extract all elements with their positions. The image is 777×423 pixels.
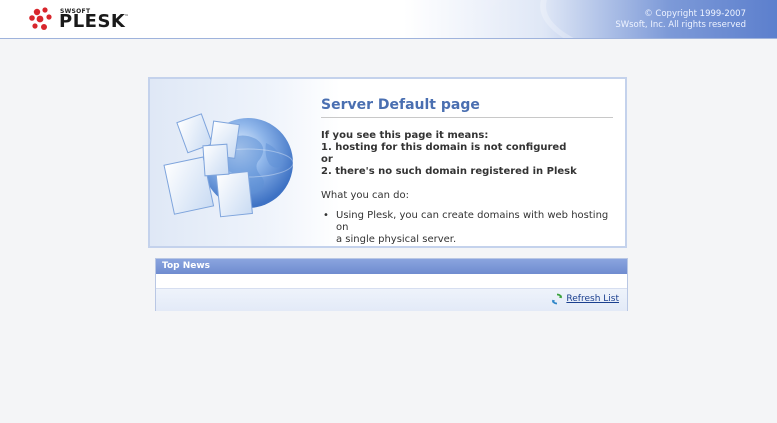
copyright-notice: © Copyright 1999-2007 SWsoft, Inc. All r… <box>615 9 746 31</box>
copyright-line: SWsoft, Inc. All rights reserved <box>615 20 746 30</box>
list-item: • Using Plesk, you can create domains wi… <box>321 210 613 246</box>
news-list <box>156 274 627 288</box>
plesk-logo-icon <box>29 7 52 30</box>
default-page-content: Server Default page If you see this page… <box>321 97 613 246</box>
refresh-list-label[interactable]: Refresh List <box>566 294 619 304</box>
reason-item: 2. there's no such domain registered in … <box>321 166 577 177</box>
page-title: Server Default page <box>321 97 613 118</box>
explanation-block: If you see this page it means: 1. hostin… <box>321 130 613 178</box>
list-item-text: Using Plesk, you can create domains with… <box>336 210 609 233</box>
or-separator: or <box>321 154 333 165</box>
logo-trademark: ™ <box>124 14 129 20</box>
refresh-icon <box>552 293 563 305</box>
reason-item: 1. hosting for this domain is not config… <box>321 142 567 153</box>
news-header: Top News <box>156 259 627 274</box>
top-news-panel: Top News Refresh List <box>155 258 628 311</box>
todo-heading: What you can do: <box>321 190 409 201</box>
list-item-text: a single physical server. <box>336 234 457 245</box>
plesk-logo[interactable]: SWSOFT PLESK ™ <box>28 6 138 32</box>
globe-documents-icon <box>163 113 294 218</box>
news-footer: Refresh List <box>156 288 627 311</box>
logo-brand-text: PLESK <box>59 11 126 32</box>
explanation-heading: If you see this page it means: <box>321 130 489 141</box>
refresh-list-link[interactable]: Refresh List <box>551 293 619 305</box>
default-page-panel: Server Default page If you see this page… <box>148 77 627 248</box>
top-header: SWSOFT PLESK ™ © Copyright 1999-2007 SWs… <box>0 0 777 39</box>
bullet-icon: • <box>323 210 329 221</box>
copyright-line: © Copyright 1999-2007 <box>644 9 746 19</box>
